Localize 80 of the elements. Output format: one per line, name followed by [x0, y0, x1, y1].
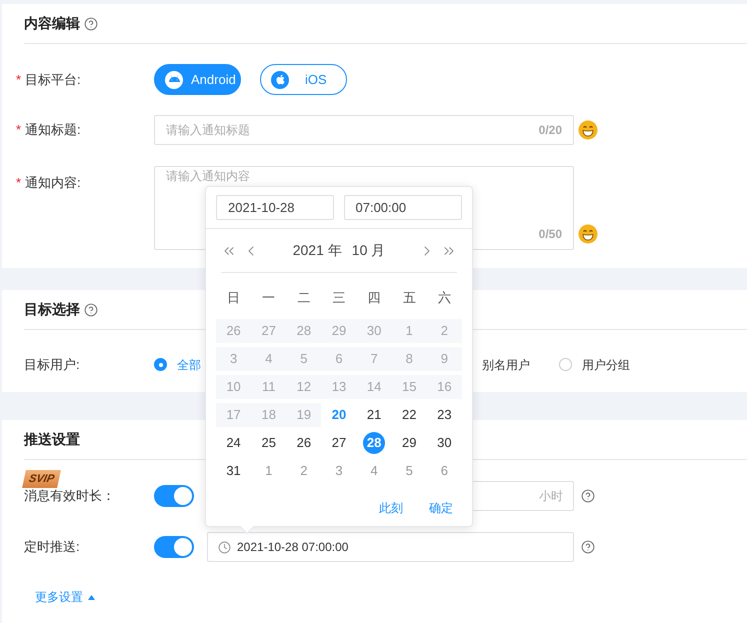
section-title: 内容编辑: [24, 14, 80, 33]
emoji-icon[interactable]: [578, 120, 598, 140]
calendar-day: 7: [370, 349, 378, 369]
character-counter: 0/20: [538, 122, 562, 139]
year-label[interactable]: 2021 年: [292, 240, 342, 261]
calendar-day: 29: [332, 321, 346, 341]
calendar-day: 3: [230, 349, 238, 369]
calendar-day: 8: [406, 349, 413, 369]
calendar-day: 18: [261, 405, 276, 425]
placeholder-text: 请输入通知标题: [166, 122, 251, 139]
field-label: 目标用户:: [24, 356, 80, 374]
radio-label[interactable]: 别名用户: [482, 356, 530, 374]
radio-button[interactable]: [559, 358, 572, 372]
help-icon[interactable]: [581, 489, 595, 503]
field-label: 目标平台:: [25, 70, 81, 89]
time-input[interactable]: 07:00:00: [344, 195, 462, 220]
weekday-label: 日: [226, 289, 242, 308]
datetime-value: 2021-10-28 07:00:00: [237, 539, 348, 556]
apple-icon: [271, 70, 289, 88]
svip-badge: SVIP: [22, 470, 61, 488]
calendar-day[interactable]: 21: [366, 405, 382, 425]
section-title: 目标选择: [24, 300, 80, 319]
section-title: 推送设置: [24, 430, 80, 449]
calendar-day[interactable]: 27: [332, 433, 346, 453]
calendar-day: 15: [402, 377, 416, 397]
calendar-day: 16: [437, 377, 452, 397]
help-icon[interactable]: [84, 302, 98, 316]
required-mark: *: [16, 70, 22, 89]
date-input[interactable]: 2021-10-28: [216, 195, 334, 220]
calendar-day[interactable]: 26: [296, 433, 312, 453]
weekday-label: 三: [331, 289, 346, 308]
calendar-day[interactable]: 23: [437, 405, 452, 425]
calendar-day: 5: [300, 349, 308, 369]
emoji-icon[interactable]: [578, 224, 598, 244]
weekday-label: 一: [261, 289, 276, 308]
clock-icon: [218, 540, 231, 554]
calendar-day: 13: [332, 377, 346, 397]
calendar-day: 17: [226, 405, 241, 425]
calendar-day[interactable]: 24: [226, 433, 241, 453]
calendar-day: 12: [296, 377, 312, 397]
datetime-input[interactable]: 2021-10-28 07:00:00: [207, 532, 574, 562]
placeholder-text: 请输入通知内容: [166, 169, 250, 183]
calendar-day[interactable]: 30: [437, 433, 452, 453]
calendar-day: 28: [296, 321, 312, 341]
help-icon[interactable]: [84, 16, 98, 30]
calendar-day: 14: [366, 377, 382, 397]
calendar-day[interactable]: 29: [402, 433, 416, 453]
unit-label: 小时: [539, 488, 563, 505]
calendar-day: 4: [265, 349, 272, 369]
character-counter: 0/50: [538, 226, 562, 243]
field-label: 消息有效时长：: [24, 487, 115, 506]
calendar-day[interactable]: 25: [261, 433, 276, 453]
calendar-day[interactable]: 22: [402, 405, 416, 425]
calendar-day: 27: [261, 321, 276, 341]
field-label: 定时推送:: [24, 538, 80, 556]
toggle-switch[interactable]: [154, 485, 194, 507]
field-label: 通知内容:: [25, 174, 81, 192]
calendar-day[interactable]: 31: [226, 461, 241, 481]
calendar-day: 2: [440, 321, 448, 341]
weekday-label: 四: [366, 289, 382, 308]
month-label[interactable]: 10 月: [352, 240, 386, 261]
help-icon[interactable]: [581, 540, 595, 554]
calendar-day: 19: [296, 405, 312, 425]
radio-button[interactable]: [154, 358, 167, 372]
calendar-day: 6: [335, 349, 343, 369]
calendar-day: 9: [440, 349, 448, 369]
radio-label[interactable]: 用户分组: [582, 356, 630, 374]
toggle-switch[interactable]: [154, 536, 194, 558]
calendar-day: 1: [406, 321, 413, 341]
calendar-day: 11: [262, 377, 276, 397]
weekday-label: 六: [436, 289, 452, 308]
weekday-label: 二: [296, 289, 312, 308]
field-label: 通知标题:: [25, 121, 81, 140]
required-mark: *: [16, 121, 22, 140]
calendar-day: 30: [366, 321, 382, 341]
android-icon: [165, 70, 183, 88]
calendar-day: 26: [226, 321, 241, 341]
calendar-day: 10: [226, 377, 241, 397]
required-mark: *: [16, 174, 22, 192]
weekday-label: 五: [402, 289, 417, 308]
